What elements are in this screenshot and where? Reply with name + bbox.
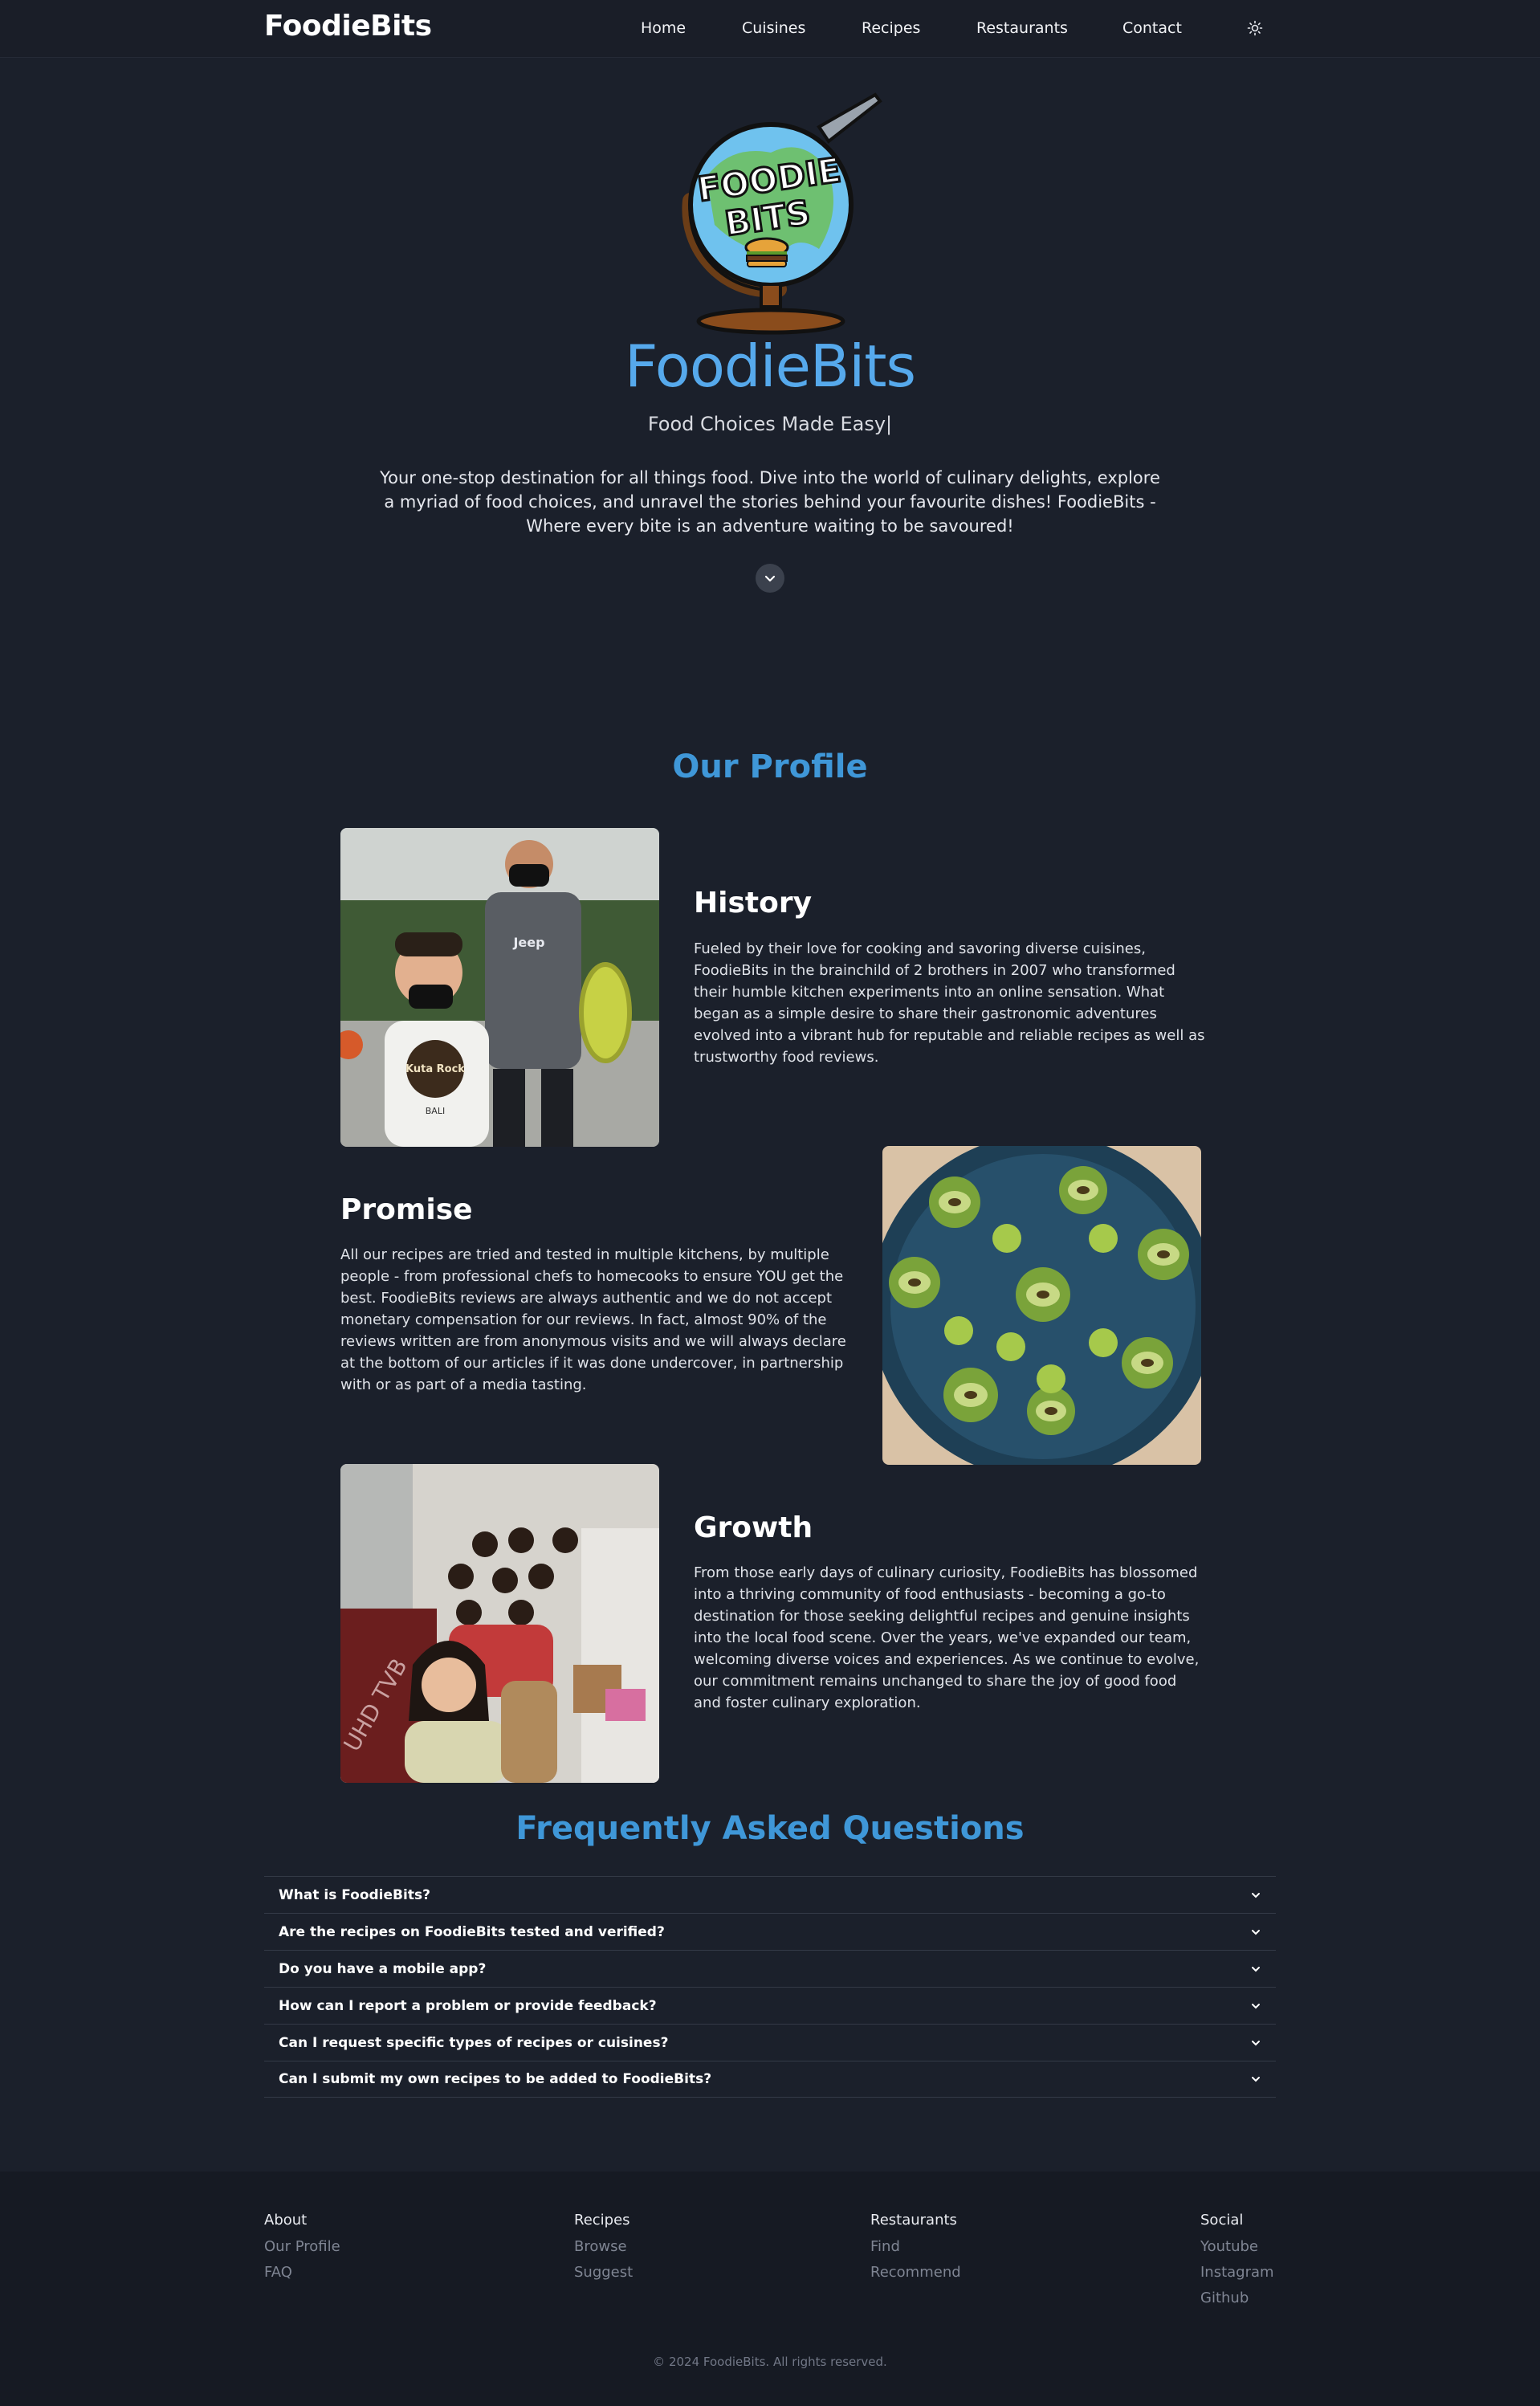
footer-column-social: Social Youtube Instagram Github (1200, 2212, 1274, 2315)
faq-question: How can I report a problem or provide fe… (279, 1997, 657, 2014)
faq-question: Are the recipes on FoodieBits tested and… (279, 1923, 665, 1940)
footer-heading: Recipes (574, 2212, 630, 2229)
footer-link-our-profile[interactable]: Our Profile (264, 2238, 340, 2255)
promise-heading: Promise (340, 1193, 473, 1226)
growth-text: From those early days of culinary curios… (694, 1564, 1200, 1711)
footer-column-recipes: Recipes Browse Suggest (574, 2212, 633, 2290)
top-navbar: FoodieBits Home Cuisines Recipes Restaur… (0, 0, 1540, 58)
photo-shirt-text: Jeep (512, 935, 544, 950)
faq-accordion: What is FoodieBits? Are the recipes on F… (264, 1876, 1276, 2098)
faq-question: Do you have a mobile app? (279, 1960, 487, 1977)
chevron-down-icon (1252, 1929, 1260, 1935)
faq-item[interactable]: How can I report a problem or provide fe… (264, 1987, 1276, 2024)
nav-link-restaurants[interactable]: Restaurants (976, 19, 1068, 37)
footer-heading: About (264, 2212, 308, 2229)
history-text: Fueled by their love for cooking and sav… (694, 940, 1205, 1066)
globe-logo: FOODIE BITS (658, 88, 891, 337)
faq-item[interactable]: Do you have a mobile app? (264, 1950, 1276, 1987)
footer-link-youtube[interactable]: Youtube (1200, 2238, 1274, 2255)
footer-heading: Social (1200, 2212, 1244, 2229)
nav-link-home[interactable]: Home (641, 19, 686, 37)
footer-link-recommend[interactable]: Recommend (870, 2264, 961, 2281)
nav-link-contact[interactable]: Contact (1122, 19, 1182, 37)
growth-photo: UHD TVB (340, 1464, 659, 1783)
history-photo: Jeep Kuta Rock BALI (340, 828, 659, 1147)
footer-column-restaurants: Restaurants Find Recommend (870, 2212, 961, 2290)
chevron-down-icon (1252, 1966, 1260, 1972)
faq-item[interactable]: Can I submit my own recipes to be added … (264, 2061, 1276, 2098)
photo-tee-subtext: BALI (426, 1106, 445, 1116)
hero-description: Your one-stop destination for all things… (380, 468, 1160, 536)
profile-section-title: Our Profile (672, 748, 868, 785)
chevron-down-icon (1252, 2003, 1260, 2008)
footer-link-faq[interactable]: FAQ (264, 2264, 340, 2281)
theme-toggle-button[interactable] (1245, 18, 1265, 39)
chevron-down-icon (764, 575, 776, 582)
footer-link-suggest[interactable]: Suggest (574, 2264, 633, 2281)
footer-link-instagram[interactable]: Instagram (1200, 2264, 1274, 2281)
chevron-down-icon (1252, 1892, 1260, 1898)
history-heading: History (694, 887, 813, 920)
footer-heading: Restaurants (870, 2212, 957, 2229)
faq-question: Can I submit my own recipes to be added … (279, 2071, 712, 2087)
growth-heading: Growth (694, 1511, 813, 1544)
faq-item[interactable]: Are the recipes on FoodieBits tested and… (264, 1913, 1276, 1950)
sun-icon (1247, 20, 1263, 36)
footer-column-about: About Our Profile FAQ (264, 2212, 340, 2290)
faq-item[interactable]: Can I request specific types of recipes … (264, 2024, 1276, 2061)
brand-logo-text[interactable]: FoodieBits (264, 10, 432, 43)
nav-link-cuisines[interactable]: Cuisines (742, 19, 805, 37)
footer-link-browse[interactable]: Browse (574, 2238, 633, 2255)
nav-link-recipes[interactable]: Recipes (862, 19, 920, 37)
photo-tee-text: Kuta Rock (405, 1063, 465, 1075)
hero-title: FoodieBits (624, 332, 916, 400)
faq-question: What is FoodieBits? (279, 1886, 430, 1903)
copyright-text: © 2024 FoodieBits. All rights reserved. (653, 2355, 887, 2369)
faq-question: Can I request specific types of recipes … (279, 2034, 669, 2051)
footer-link-github[interactable]: Github (1200, 2290, 1274, 2306)
hero-tagline: Food Choices Made Easy| (647, 413, 893, 435)
footer-link-find[interactable]: Find (870, 2238, 961, 2255)
faq-item[interactable]: What is FoodieBits? (264, 1876, 1276, 1913)
promise-photo (882, 1146, 1201, 1465)
scroll-down-button[interactable] (756, 564, 784, 593)
promise-text: All our recipes are tried and tested in … (340, 1246, 846, 1393)
chevron-down-icon (1252, 2077, 1260, 2082)
burger-icon (744, 237, 789, 267)
faq-section-title: Frequently Asked Questions (515, 1810, 1025, 1847)
site-footer: About Our Profile FAQ Recipes Browse Sug… (0, 2172, 1540, 2406)
chevron-down-icon (1252, 2040, 1260, 2045)
